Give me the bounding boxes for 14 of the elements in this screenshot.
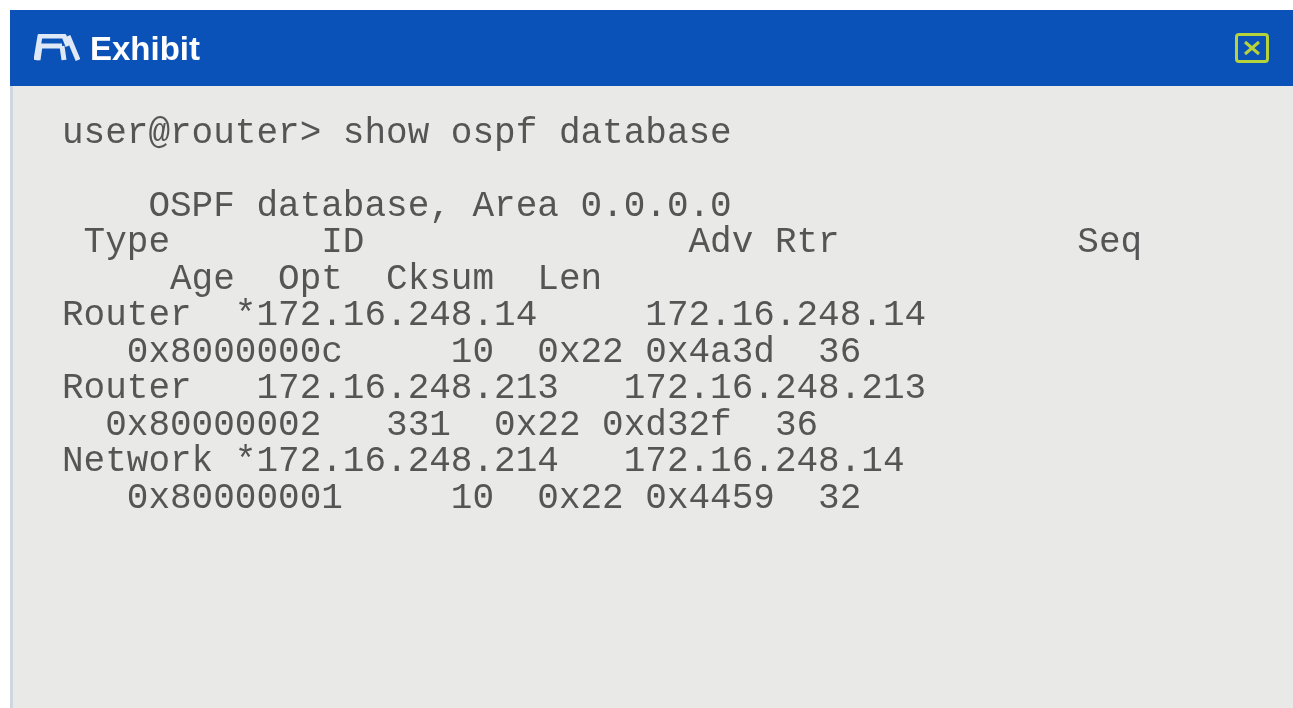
output-line: 0x8000000c 10 0x22 0x4a3d 36 bbox=[125, 334, 862, 371]
close-icon bbox=[1243, 40, 1261, 56]
output-line: 0x80000001 10 0x22 0x4459 32 bbox=[125, 480, 862, 517]
output-line: Router 172.16.248.213 172.16.248.213 bbox=[62, 371, 927, 408]
output-line: 0x80000002 331 0x22 0xd32f 36 bbox=[105, 407, 819, 444]
output-line: Network *172.16.248.214 172.16.248.14 bbox=[62, 444, 905, 481]
output-line: Age Opt Cksum Len bbox=[169, 261, 603, 298]
output-line: Type ID Adv Rtr Seq bbox=[82, 225, 1143, 262]
close-button[interactable] bbox=[1235, 33, 1269, 63]
command-line: user@router> show ospf database bbox=[62, 116, 732, 153]
output-line: Router *172.16.248.14 172.16.248.14 bbox=[62, 298, 927, 335]
output-line: OSPF database, Area 0.0.0.0 bbox=[147, 188, 732, 225]
window-title: Exhibit bbox=[90, 31, 200, 65]
exhibit-icon bbox=[34, 34, 80, 62]
